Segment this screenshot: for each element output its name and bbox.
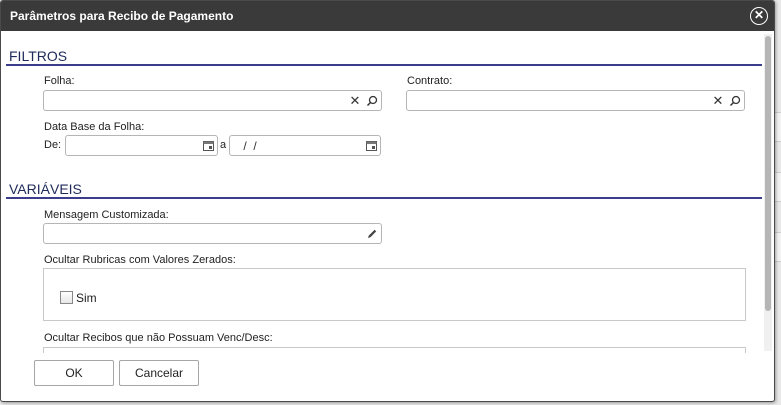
a-date-value: / / — [240, 139, 257, 153]
clear-icon[interactable]: ✕ — [347, 92, 363, 109]
calendar-icon[interactable] — [363, 137, 379, 154]
ocultar-recibos-box — [43, 347, 746, 353]
close-icon[interactable]: ✕ — [750, 7, 768, 25]
cancel-button[interactable]: Cancelar — [119, 360, 199, 386]
dialog-content: FILTROS Folha: ✕ Contrato: ✕ Data Base d… — [1, 31, 762, 353]
section-divider — [6, 197, 762, 199]
contrato-field[interactable]: ✕ — [406, 90, 745, 111]
ok-button[interactable]: OK — [34, 360, 114, 386]
section-divider — [6, 64, 762, 66]
section-title-filtros: FILTROS — [9, 48, 68, 64]
folha-label: Folha: — [44, 75, 75, 87]
pencil-icon[interactable] — [364, 225, 380, 242]
scrollbar[interactable] — [764, 34, 772, 351]
calendar-icon[interactable] — [200, 137, 216, 154]
a-label: a — [220, 139, 227, 151]
contrato-label: Contrato: — [407, 75, 453, 87]
de-label: De: — [44, 139, 62, 151]
ocultar-rubricas-label: Ocultar Rubricas com Valores Zerados: — [44, 254, 236, 266]
folha-field[interactable]: ✕ — [43, 90, 382, 111]
search-icon[interactable] — [727, 92, 743, 109]
de-date-field[interactable] — [65, 135, 218, 156]
mensagem-field[interactable] — [43, 223, 382, 244]
search-icon[interactable] — [364, 92, 380, 109]
ocultar-rubricas-box: Sim — [43, 268, 746, 321]
data-base-label: Data Base da Folha: — [44, 121, 145, 133]
scrollbar-thumb[interactable] — [765, 36, 771, 311]
clear-icon[interactable]: ✕ — [710, 92, 726, 109]
section-title-variaveis: VARIÁVEIS — [9, 181, 82, 197]
mensagem-label: Mensagem Customizada: — [44, 209, 169, 221]
sim-checkbox[interactable] — [60, 291, 73, 304]
sim-label: Sim — [76, 291, 97, 305]
a-date-field[interactable]: / / — [229, 135, 381, 156]
recibo-parameters-dialog: Parâmetros para Recibo de Pagamento ✕ FI… — [0, 0, 775, 402]
ocultar-recibos-label: Ocultar Recibos que não Possuam Venc/Des… — [44, 332, 273, 344]
dialog-titlebar: Parâmetros para Recibo de Pagamento ✕ — [1, 1, 774, 31]
dialog-title: Parâmetros para Recibo de Pagamento — [10, 9, 234, 23]
